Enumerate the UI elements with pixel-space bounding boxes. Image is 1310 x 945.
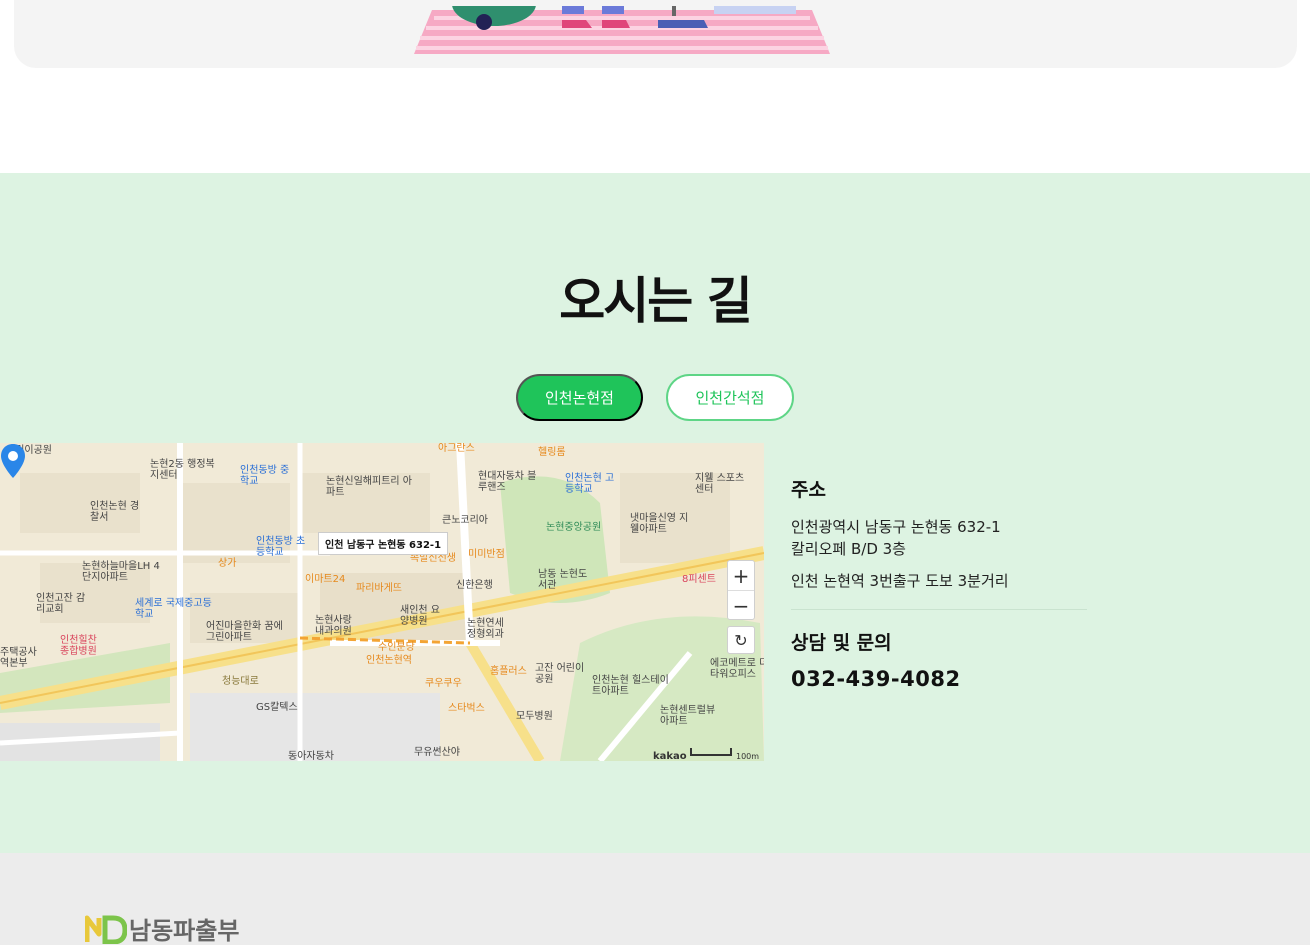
map-label: 아그란스 — [438, 443, 475, 454]
map-label: 인천동방 중학교 — [240, 465, 290, 487]
zoom-in-button[interactable]: + — [728, 561, 754, 590]
map-scale-label: 100m — [736, 752, 760, 761]
map-label: 세계로 국제중고등학교 — [135, 598, 212, 620]
map-label: 무유썬산야 — [414, 747, 460, 758]
cleaning-illustration — [414, 6, 830, 54]
map-label: 헬링롬 — [538, 447, 566, 458]
map-label: 스타벅스 — [448, 703, 485, 714]
map-label: 인천동방 초등학교 — [256, 536, 306, 558]
map-label: 주택공사 역본부 — [0, 647, 37, 669]
map-label: 새인천 요양병원 — [400, 605, 440, 627]
map-provider-logo: kakao — [653, 751, 687, 761]
map-label: 인천논현 힐스테이트아파트 — [592, 675, 669, 697]
tab-incheon-nonhyeon[interactable]: 인천논현점 — [516, 374, 643, 421]
address-line-1: 인천광역시 남동구 논현동 632-1 — [791, 518, 1001, 536]
map-label: 냇마을신영 지웰아파트 — [630, 513, 689, 535]
map-label: 청능대로 — [222, 676, 259, 687]
map-label: 파리바게뜨 — [356, 583, 402, 594]
address-text: 인천광역시 남동구 논현동 632-1 칼리오페 B/D 3층 — [791, 516, 1091, 560]
map-label: 큰노코리아 — [442, 515, 488, 526]
footer: 남동파출부 — [0, 853, 1310, 945]
zoom-out-button[interactable]: − — [728, 591, 754, 620]
map-label: 남동 논현도서관 — [538, 569, 588, 591]
location-info: 주소 인천광역시 남동구 논현동 632-1 칼리오페 B/D 3층 인천 논현… — [791, 475, 1091, 691]
map-label: 논현사랑 내과의원 — [315, 615, 352, 637]
map-label: 8피센트 — [682, 574, 716, 585]
address-line-2: 칼리오페 B/D 3층 — [791, 540, 906, 558]
map-label: 논현중앙공원 — [546, 522, 602, 533]
map-pin-icon[interactable] — [0, 443, 26, 479]
map-label: 미미반점 — [468, 549, 505, 560]
map-label: 인천논현 경찰서 — [90, 501, 140, 523]
footer-logo[interactable]: 남동파출부 — [85, 911, 239, 945]
map-label: 논현연세 정형외과 — [467, 618, 504, 640]
map-label: 모두병원 — [516, 711, 553, 722]
map-label: 신한은행 — [456, 580, 493, 591]
map-label: 에코메트로 더타워오피스 — [710, 658, 764, 680]
map-label: 인천논현 고등학교 — [565, 473, 615, 495]
section-title: 오시는 길 — [559, 272, 752, 330]
address-title: 주소 — [791, 479, 826, 501]
map-scale-bar — [690, 748, 732, 756]
map-label: 지웰 스포츠센터 — [695, 473, 745, 495]
brand-logo-icon — [85, 915, 127, 944]
map-label: 인천고잔 감리교회 — [36, 593, 86, 615]
map-label: 논현신일해피트리 아파트 — [326, 476, 412, 498]
phone-number[interactable]: 032-439-4082 — [791, 667, 1091, 691]
map-label: 어진마을한화 꿈에그린아파트 — [206, 621, 283, 643]
hero-card — [14, 0, 1297, 68]
location-map[interactable]: 어린이공원 논현2동 행정복지센터 인천동방 중학교 논현신일해피트리 아파트 … — [0, 443, 764, 761]
map-label: 현대자동차 블루핸즈 — [478, 471, 537, 493]
map-label: 쿠우쿠우 — [425, 678, 462, 689]
map-label: 수인분당 — [378, 642, 415, 653]
map-label: 논현하늘마을LH 4단지아파트 — [82, 561, 160, 583]
map-label: 동아자동차 — [288, 751, 334, 761]
map-label: 홈플러스 — [490, 666, 527, 677]
map-label: 상가 — [218, 558, 237, 569]
map-location-callout: 인천 남동구 논현동 632-1 — [318, 532, 449, 555]
tab-incheon-ganseok[interactable]: 인천간석점 — [666, 374, 794, 421]
map-label: 인천논현역 — [366, 655, 412, 666]
map-label: 논현센트럴뷰 아파트 — [660, 705, 716, 727]
contact-title: 상담 및 문의 — [791, 632, 892, 654]
map-label: 이마트24 — [305, 574, 346, 585]
map-reset-button[interactable]: ↻ — [727, 626, 755, 654]
info-divider — [791, 609, 1087, 610]
map-label: GS칼텍스 — [256, 702, 298, 713]
map-label: 인천힐찬 종합병원 — [60, 635, 97, 657]
directions-section: 오시는 길 인천논현점 인천간석점 어린이공원 논현2동 행정복지센터 인천동방… — [0, 173, 1310, 853]
map-label: 논현2동 행정복지센터 — [150, 459, 215, 481]
map-label: 고잔 어린이공원 — [535, 663, 585, 685]
transit-directions: 인천 논현역 3번출구 도보 3분거리 — [791, 572, 1009, 590]
footer-logo-text: 남동파출부 — [129, 917, 240, 945]
map-zoom-control: + − — [727, 560, 755, 620]
